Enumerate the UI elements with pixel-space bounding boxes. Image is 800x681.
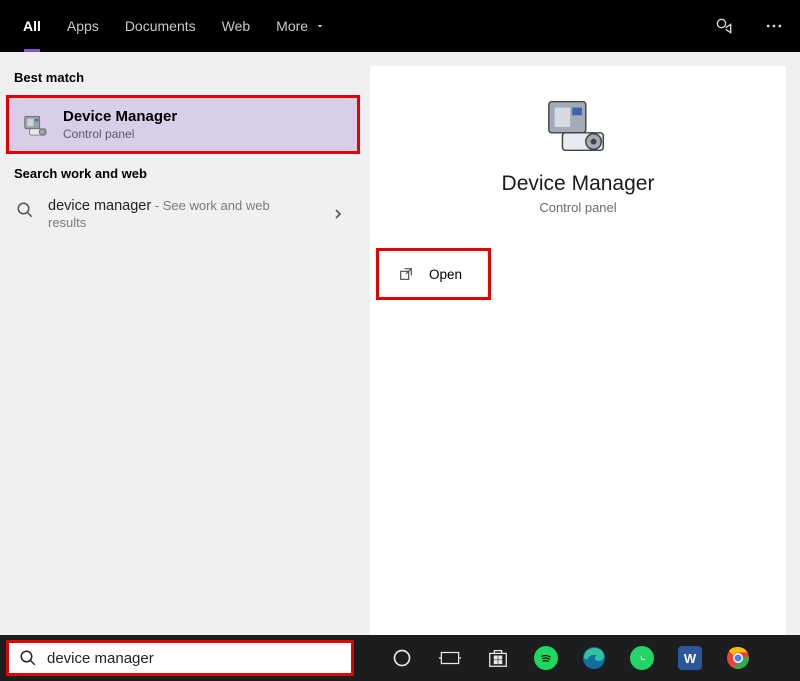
microsoft-store-icon[interactable] xyxy=(474,635,522,681)
web-search-result[interactable]: device manager - See work and web result… xyxy=(0,191,366,236)
more-options-icon[interactable] xyxy=(758,10,790,42)
open-label: Open xyxy=(429,267,462,282)
preview-subtitle: Control panel xyxy=(539,200,616,215)
section-work-web: Search work and web xyxy=(0,162,366,191)
tab-label: More xyxy=(276,18,308,34)
preview-title: Device Manager xyxy=(502,172,655,196)
chevron-down-icon xyxy=(314,20,326,32)
whatsapp-icon[interactable] xyxy=(618,635,666,681)
best-match-subtitle: Control panel xyxy=(63,127,177,141)
task-view-icon[interactable] xyxy=(426,635,474,681)
tab-all[interactable]: All xyxy=(10,0,54,52)
device-manager-icon xyxy=(543,96,613,156)
preview-card: Device Manager Control panel Open xyxy=(370,66,786,635)
web-result-query: device manager xyxy=(48,198,151,214)
search-input[interactable] xyxy=(47,650,341,667)
feedback-icon[interactable] xyxy=(708,10,740,42)
chevron-right-icon xyxy=(330,206,346,222)
search-icon xyxy=(19,649,37,667)
chrome-icon[interactable] xyxy=(714,635,762,681)
web-result-hint: - See work and web xyxy=(151,198,270,213)
tab-web[interactable]: Web xyxy=(209,0,264,52)
section-best-match: Best match xyxy=(0,66,366,95)
device-manager-icon xyxy=(21,110,51,140)
best-match-title: Device Manager xyxy=(63,108,177,125)
open-icon xyxy=(397,265,415,283)
tab-documents[interactable]: Documents xyxy=(112,0,209,52)
tab-label: Documents xyxy=(125,18,196,34)
tab-apps[interactable]: Apps xyxy=(54,0,112,52)
search-icon xyxy=(14,199,36,221)
best-match-result[interactable]: Device Manager Control panel xyxy=(6,95,360,154)
results-pane: Best match Device Manager Control panel xyxy=(0,52,366,635)
cortana-icon[interactable] xyxy=(378,635,426,681)
tab-label: All xyxy=(23,18,41,34)
taskbar-search[interactable] xyxy=(6,640,354,676)
tab-label: Apps xyxy=(67,18,99,34)
preview-pane: Device Manager Control panel Open xyxy=(366,52,800,635)
taskbar: W xyxy=(0,635,800,681)
spotify-icon[interactable] xyxy=(522,635,570,681)
word-icon[interactable]: W xyxy=(666,635,714,681)
tab-more[interactable]: More xyxy=(263,0,339,52)
tab-label: Web xyxy=(222,18,251,34)
web-result-hint-line2: results xyxy=(48,215,318,230)
open-action[interactable]: Open xyxy=(376,248,491,300)
search-tabbar: All Apps Documents Web More xyxy=(0,0,800,52)
edge-icon[interactable] xyxy=(570,635,618,681)
